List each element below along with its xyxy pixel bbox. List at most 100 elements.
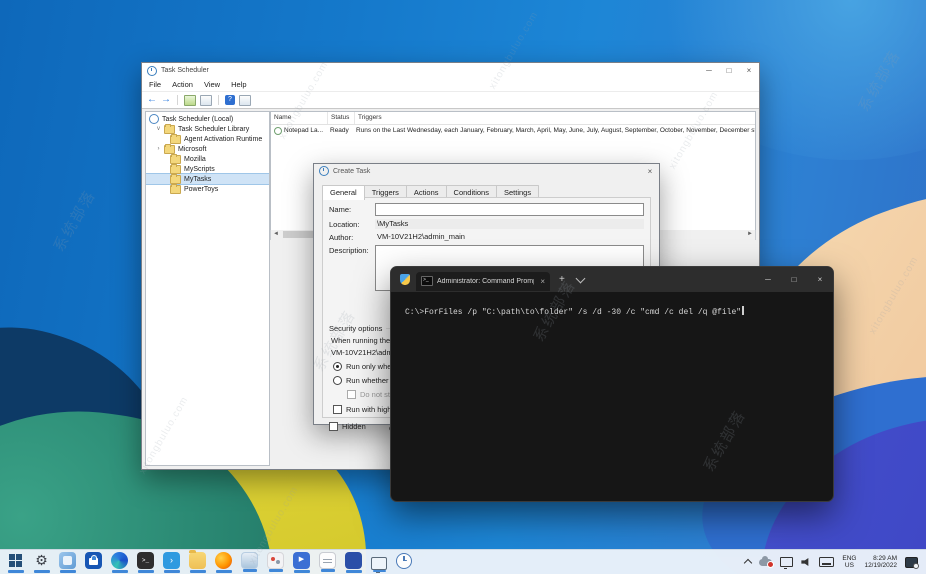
menu-file[interactable]: File xyxy=(149,80,161,89)
security-options-label: Security options xyxy=(329,324,383,333)
task-row-notepad[interactable]: Notepad La... Ready Runs on the Last Wed… xyxy=(271,125,755,136)
taskbar-notepad-icon[interactable] xyxy=(319,552,336,572)
taskbar-edge-icon[interactable] xyxy=(111,552,128,573)
show-console-tree-icon[interactable] xyxy=(184,94,196,106)
task-scheduler-titlebar[interactable]: Task Scheduler ─ □ × xyxy=(142,63,759,78)
scrollbar-thumb[interactable] xyxy=(283,231,317,238)
name-label: Name: xyxy=(329,205,352,214)
forward-button[interactable]: → xyxy=(161,95,171,105)
region-code: US xyxy=(844,562,854,569)
task-icon xyxy=(274,126,282,135)
terminal-window: >_ Administrator: Command Prompt × + ─ □… xyxy=(390,266,834,502)
terminal-close-button[interactable]: × xyxy=(807,267,833,292)
taskbar-remote-desktop-icon[interactable] xyxy=(371,556,387,573)
folder-icon xyxy=(170,153,181,164)
task-status-cell: Ready xyxy=(330,127,349,134)
author-value: VM-10V21H2\admin_main xyxy=(377,232,465,241)
create-task-titlebar[interactable]: Create Task × xyxy=(314,164,659,178)
tree-item-myscripts[interactable]: MyScripts xyxy=(146,163,269,174)
toolbar: ← → ? xyxy=(142,92,759,109)
menu-action[interactable]: Action xyxy=(172,80,193,89)
taskbar-vscode-icon[interactable]: › xyxy=(163,552,180,573)
taskbar-paint-icon[interactable] xyxy=(267,552,284,572)
column-header-name[interactable]: Name xyxy=(271,112,328,124)
menu-view[interactable]: View xyxy=(204,80,220,89)
taskbar-task-scheduler-icon[interactable] xyxy=(396,552,412,569)
new-tab-button[interactable]: + xyxy=(559,274,565,285)
scheduler-root-icon xyxy=(149,114,159,124)
taskbar-firefox-icon[interactable] xyxy=(215,552,232,573)
show-action-pane-icon[interactable] xyxy=(200,94,212,106)
tab-general[interactable]: General xyxy=(322,185,365,200)
name-row: Name: xyxy=(329,203,644,216)
column-header-triggers[interactable]: Triggers xyxy=(355,112,755,124)
command-line: C:\>ForFiles /p "C:\path\to\folder" /s /… xyxy=(405,308,742,317)
notifications-icon[interactable] xyxy=(905,556,919,569)
taskbar-movies-icon[interactable]: ▶ xyxy=(293,552,310,573)
tree-item-mozilla[interactable]: Mozilla xyxy=(146,153,269,164)
back-button[interactable]: ← xyxy=(147,95,157,105)
terminal-output[interactable]: C:\>ForFiles /p "C:\path\to\folder" /s /… xyxy=(391,292,833,317)
volume-icon[interactable] xyxy=(801,557,809,567)
menu-bar: File Action View Help xyxy=(142,78,759,92)
maximize-button[interactable]: □ xyxy=(719,64,739,78)
touch-keyboard-icon[interactable] xyxy=(819,557,835,567)
taskbar: ⚙ >_ › ▶ ENG US 8:29 AM 12/19/2022 xyxy=(0,549,926,574)
tree-item-root[interactable]: Task Scheduler (Local) xyxy=(146,114,269,124)
chevron-down-icon[interactable]: v xyxy=(156,126,161,132)
start-button[interactable] xyxy=(7,552,24,573)
console-tree: Task Scheduler (Local) v Task Scheduler … xyxy=(145,111,270,466)
language-code: ENG xyxy=(842,554,857,562)
taskbar-media-player-icon[interactable] xyxy=(241,552,258,572)
tree-item-microsoft[interactable]: › Microsoft xyxy=(146,143,269,154)
terminal-maximize-button[interactable]: □ xyxy=(781,267,807,292)
taskbar-terminal-icon[interactable]: >_ xyxy=(137,552,154,573)
create-task-icon xyxy=(319,166,329,176)
scroll-left-arrow[interactable]: ◄ xyxy=(271,230,281,240)
terminal-titlebar[interactable]: >_ Administrator: Command Prompt × + ─ □… xyxy=(391,267,833,292)
onedrive-icon[interactable] xyxy=(759,555,775,568)
chevron-right-icon[interactable]: › xyxy=(156,146,161,152)
name-input[interactable] xyxy=(375,203,644,216)
taskbar-settings-icon[interactable]: ⚙ xyxy=(33,552,50,573)
checkbox-icon[interactable] xyxy=(329,422,338,431)
checkbox-icon[interactable] xyxy=(333,405,342,414)
tree-item-agent-activation-runtime[interactable]: Agent Activation Runtime xyxy=(146,133,269,144)
tree-item-powertoys[interactable]: PowerToys xyxy=(146,183,269,194)
clock-indicator[interactable]: 8:29 AM 12/19/2022 xyxy=(864,555,897,570)
tree-item-label: Task Scheduler Library xyxy=(178,125,250,133)
help-icon[interactable]: ? xyxy=(225,95,235,105)
taskbar-app-icon[interactable] xyxy=(345,552,362,573)
tree-item-mytasks[interactable]: MyTasks xyxy=(146,173,269,185)
network-icon[interactable] xyxy=(780,557,794,569)
dialog-close-button[interactable]: × xyxy=(641,167,659,176)
scroll-right-arrow[interactable]: ► xyxy=(745,230,755,240)
tray-overflow-chevron-icon[interactable] xyxy=(744,558,753,568)
minimize-button[interactable]: ─ xyxy=(699,64,719,78)
close-button[interactable]: × xyxy=(739,64,759,78)
taskbar-photos-icon[interactable] xyxy=(59,552,76,573)
column-header-status[interactable]: Status xyxy=(328,112,355,124)
language-indicator[interactable]: ENG US xyxy=(842,555,856,570)
author-label: Author: xyxy=(329,232,354,242)
folder-icon xyxy=(164,143,175,154)
menu-help[interactable]: Help xyxy=(231,80,246,89)
terminal-tab[interactable]: >_ Administrator: Command Prompt × xyxy=(416,271,550,291)
radio-icon[interactable] xyxy=(333,376,342,385)
tab-dropdown-chevron-icon[interactable] xyxy=(575,273,586,283)
taskbar-file-explorer-icon[interactable] xyxy=(189,550,206,573)
taskbar-store-icon[interactable] xyxy=(85,552,102,569)
tree-item-library[interactable]: v Task Scheduler Library xyxy=(146,123,269,134)
terminal-minimize-button[interactable]: ─ xyxy=(755,267,781,292)
dialog-title: Create Task xyxy=(333,167,371,175)
window-pane-icon[interactable] xyxy=(239,94,251,106)
system-tray: ENG US 8:29 AM 12/19/2022 xyxy=(744,555,926,570)
terminal-tab-title: Administrator: Command Prompt xyxy=(437,277,535,285)
radio-selected-icon[interactable] xyxy=(333,362,342,371)
admin-shield-icon xyxy=(400,274,410,285)
folder-icon xyxy=(170,173,181,184)
tray-time: 8:29 AM xyxy=(873,554,897,562)
tab-close-icon[interactable]: × xyxy=(538,277,545,286)
hidden-checkbox[interactable]: Hidden xyxy=(329,422,366,431)
location-value: \MyTasks xyxy=(375,219,644,229)
